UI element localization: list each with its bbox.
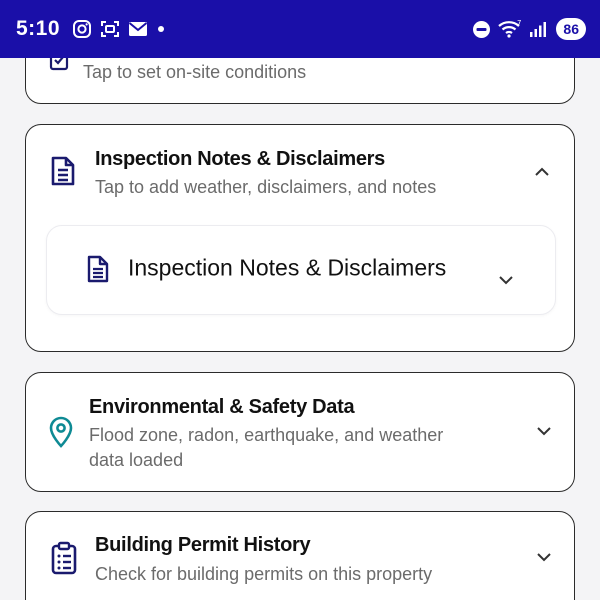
screenshot-icon — [100, 19, 120, 39]
inspection-notes-inner-section[interactable]: Inspection Notes & Disclaimers — [46, 225, 556, 315]
chevron-up-icon[interactable] — [531, 161, 553, 183]
clipboard-icon — [50, 541, 78, 575]
notification-dot-icon — [156, 24, 166, 34]
chevron-down-icon[interactable] — [534, 550, 554, 564]
environmental-safety-card[interactable]: Environmental & Safety Data Flood zone, … — [25, 372, 575, 492]
environmental-safety-title: Environmental & Safety Data — [89, 396, 355, 418]
status-right: 7 86 — [472, 18, 586, 40]
svg-text:7: 7 — [517, 19, 521, 27]
do-not-disturb-icon — [472, 20, 491, 39]
environmental-safety-subtitle-line1: Flood zone, radon, earthquake, and weath… — [89, 425, 444, 445]
status-time: 5:10 — [16, 17, 61, 40]
signal-icon — [529, 20, 549, 38]
inspection-notes-title: Inspection Notes & Disclaimers — [95, 148, 385, 170]
inspection-notes-subtitle: Tap to add weather, disclaimers, and not… — [95, 177, 437, 197]
location-pin-icon — [48, 416, 74, 448]
battery-icon: 86 — [556, 18, 586, 40]
building-permit-card[interactable]: Building Permit History Check for buildi… — [25, 511, 575, 600]
building-permit-subtitle: Check for building permits on this prope… — [95, 564, 433, 584]
instagram-icon — [72, 19, 92, 39]
checkbox-icon — [48, 58, 70, 73]
inspection-notes-card[interactable]: Inspection Notes & Disclaimers Tap to ad… — [25, 124, 575, 352]
status-bar: 5:10 7 86 — [0, 0, 600, 58]
building-permit-title: Building Permit History — [95, 534, 311, 556]
status-left: 5:10 — [16, 17, 166, 41]
chevron-down-icon[interactable] — [534, 424, 554, 438]
on-site-conditions-card[interactable]: Tap to set on-site conditions — [25, 58, 575, 104]
scroll-content[interactable]: Tap to set on-site conditions Inspection… — [0, 58, 600, 600]
environmental-safety-subtitle-line2: data loaded — [89, 450, 184, 470]
on-site-conditions-subtitle: Tap to set on-site conditions — [83, 62, 307, 82]
wifi-icon: 7 — [498, 19, 522, 39]
document-icon — [87, 255, 109, 283]
mail-icon — [128, 20, 148, 38]
chevron-down-icon[interactable] — [496, 273, 516, 287]
document-icon — [50, 155, 76, 187]
inspection-notes-inner-title: Inspection Notes & Disclaimers — [128, 254, 447, 281]
